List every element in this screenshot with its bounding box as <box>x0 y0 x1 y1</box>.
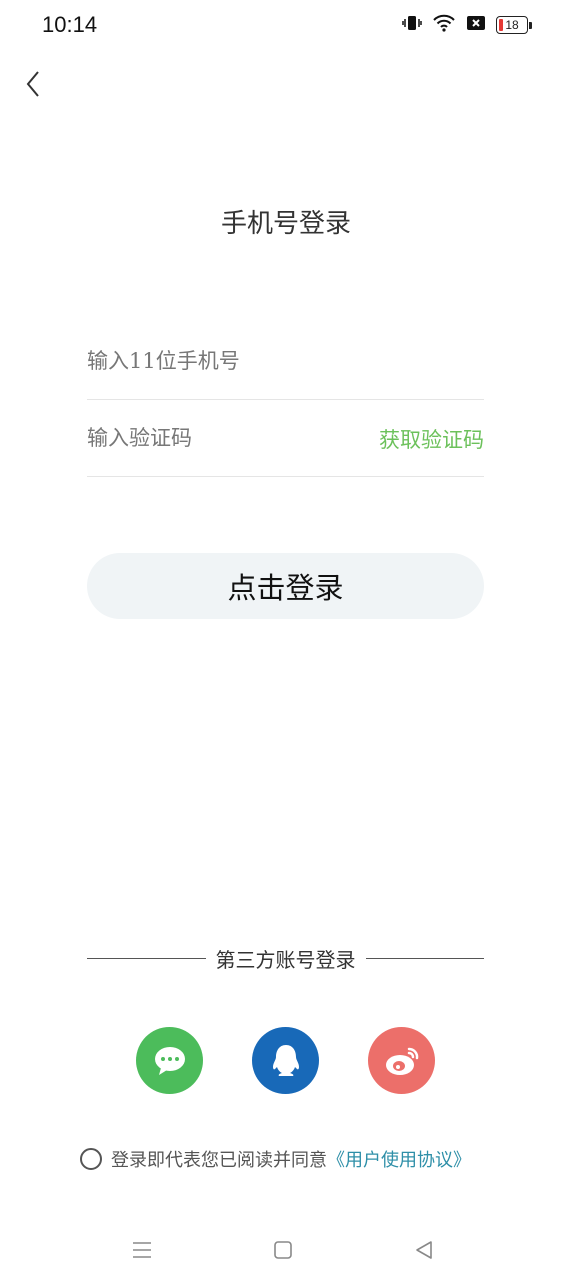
verification-code-input[interactable] <box>87 418 357 458</box>
phone-field <box>87 323 484 400</box>
battery-level-text: 18 <box>505 18 519 32</box>
agreement-text: 登录即代表您已阅读并同意 <box>111 1150 327 1171</box>
nav-home-button[interactable] <box>265 1232 301 1268</box>
get-code-button[interactable]: 获取验证码 <box>379 424 484 454</box>
qq-login-button[interactable] <box>252 1027 319 1094</box>
back-triangle-icon <box>416 1241 432 1259</box>
wechat-icon <box>154 1046 185 1075</box>
nav-back-button[interactable] <box>406 1232 442 1268</box>
user-agreement-link[interactable]: 《用户使用协议》 <box>327 1146 471 1172</box>
agreement-row: 登录即代表您已阅读并同意 《用户使用协议》 <box>80 1146 471 1172</box>
menu-icon <box>133 1242 151 1258</box>
wifi-icon <box>432 14 456 36</box>
wechat-login-button[interactable] <box>136 1027 203 1094</box>
home-square-icon <box>274 1241 292 1259</box>
page-title: 手机号登录 <box>220 209 351 239</box>
back-button[interactable] <box>20 66 50 102</box>
third-party-divider: 第三方账号登录 <box>87 940 484 976</box>
agreement-checkbox[interactable] <box>80 1148 102 1170</box>
login-button[interactable]: 点击登录 <box>87 553 484 619</box>
phone-input[interactable] <box>87 341 357 381</box>
divider-line-left <box>87 957 206 959</box>
battery-icon: 18 <box>496 16 532 34</box>
divider-line-right <box>365 957 484 959</box>
chevron-left-icon <box>26 71 39 97</box>
weibo-login-button[interactable] <box>368 1027 435 1094</box>
weibo-icon <box>385 1047 418 1075</box>
status-icons: 18 <box>402 14 532 36</box>
code-field: 获取验证码 <box>87 400 484 477</box>
third-party-label: 第三方账号登录 <box>215 947 356 972</box>
status-time: 10:14 <box>42 12 98 37</box>
navigation-bar <box>0 1220 572 1280</box>
status-bar: 10:14 18 <box>0 0 572 50</box>
no-sim-icon <box>466 15 486 35</box>
nav-menu-button[interactable] <box>124 1232 160 1268</box>
vibrate-icon <box>402 14 422 36</box>
qq-icon <box>272 1044 299 1076</box>
